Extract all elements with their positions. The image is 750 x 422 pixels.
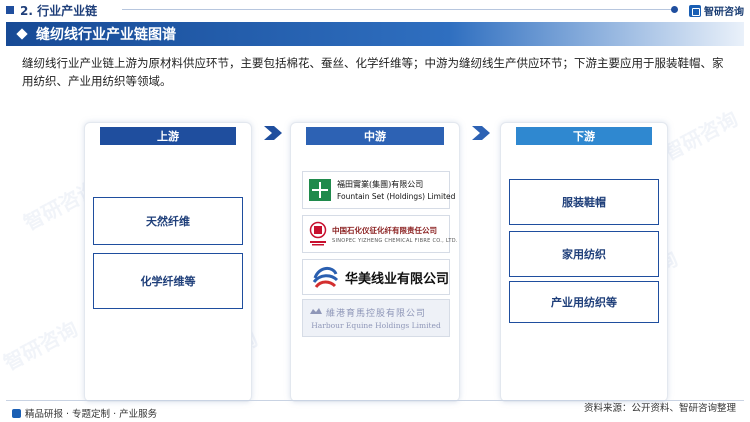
- data-source: 资料来源：公开资料、智研咨询整理: [583, 403, 736, 414]
- upstream-column: 上游 天然纤维 化学纤维等: [84, 122, 252, 402]
- divider: [122, 9, 678, 10]
- company-logo-fountain-set: 福田實業(集團)有限公司 Fountain Set (Holdings) Lim…: [302, 171, 455, 209]
- brand-logo-icon: [689, 4, 701, 17]
- upstream-item: 天然纤维: [93, 197, 243, 245]
- page-title: 缝纫线行业产业链图谱: [36, 27, 176, 43]
- arrow-right-icon: [262, 124, 284, 142]
- arrow-right-icon: [470, 124, 492, 142]
- company-name-en: Harbour Equine Holdings Limited: [311, 321, 441, 330]
- section-title: 2. 行业产业链: [20, 3, 98, 18]
- brand-name: 智研咨询: [704, 7, 744, 18]
- brand-logo-icon: [12, 408, 21, 418]
- sinopec-logo-icon: [309, 221, 327, 246]
- company-name-cn: 維港育馬控股有限公司: [325, 309, 426, 319]
- description: 缝纫线行业产业链上游为原材料供应环节，主要包括棉花、蚕丝、化学纤维等；中游为缝纫…: [22, 56, 724, 88]
- company-name-en: SINOPEC YIZHENG CHEMICAL FIBRE CO., LTD.: [332, 237, 458, 244]
- midstream-column: 中游 福田實業(集團)有限公司 Fountain Set (Holdings) …: [290, 122, 460, 402]
- fountain-set-logo-icon: [309, 179, 331, 201]
- company-logo-sinopec-yizheng: 中国石化仪征化纤有限责任公司 SINOPEC YIZHENG CHEMICAL …: [302, 215, 457, 253]
- section-header: 2. 行业产业链 智研咨询: [0, 0, 750, 20]
- huamei-logo-icon: [312, 267, 339, 288]
- downstream-item: 服装鞋帽: [509, 179, 659, 225]
- watermark: 智研咨询: [659, 106, 742, 166]
- footer: 精品研报 · 专题定制 · 产业服务 资料来源：公开资料、智研咨询整理: [0, 400, 750, 422]
- company-name-cn: 华美线业有限公司: [345, 271, 450, 287]
- brand: 智研咨询: [689, 3, 744, 18]
- section-marker-icon: [6, 6, 14, 14]
- downstream-item: 家用纺织: [509, 231, 659, 277]
- harbour-equine-logo-icon: [310, 308, 322, 314]
- company-name-cn: 福田實業(集團)有限公司: [337, 180, 424, 189]
- title-banner: 缝纫线行业产业链图谱: [6, 22, 744, 46]
- company-name-en: Fountain Set (Holdings) Limited: [337, 192, 456, 201]
- footer-services-text: 精品研报 · 专题定制 · 产业服务: [25, 409, 158, 420]
- downstream-item: 产业用纺织等: [509, 281, 659, 323]
- company-logo-harbour-equine: 維港育馬控股有限公司 Harbour Equine Holdings Limit…: [302, 299, 450, 337]
- upstream-header: 上游: [100, 127, 236, 145]
- divider-dot-icon: [671, 6, 678, 13]
- diamond-icon: [16, 28, 28, 40]
- footer-services: 精品研报 · 专题定制 · 产业服务: [12, 406, 157, 420]
- upstream-item: 化学纤维等: [93, 253, 243, 309]
- watermark: 智研咨询: [0, 316, 82, 376]
- downstream-column: 下游 服装鞋帽 家用纺织 产业用纺织等: [500, 122, 668, 402]
- midstream-header: 中游: [306, 127, 444, 145]
- downstream-header: 下游: [516, 127, 652, 145]
- company-name-cn: 中国石化仪征化纤有限责任公司: [332, 225, 437, 235]
- company-logo-huamei: 华美线业有限公司: [302, 259, 450, 295]
